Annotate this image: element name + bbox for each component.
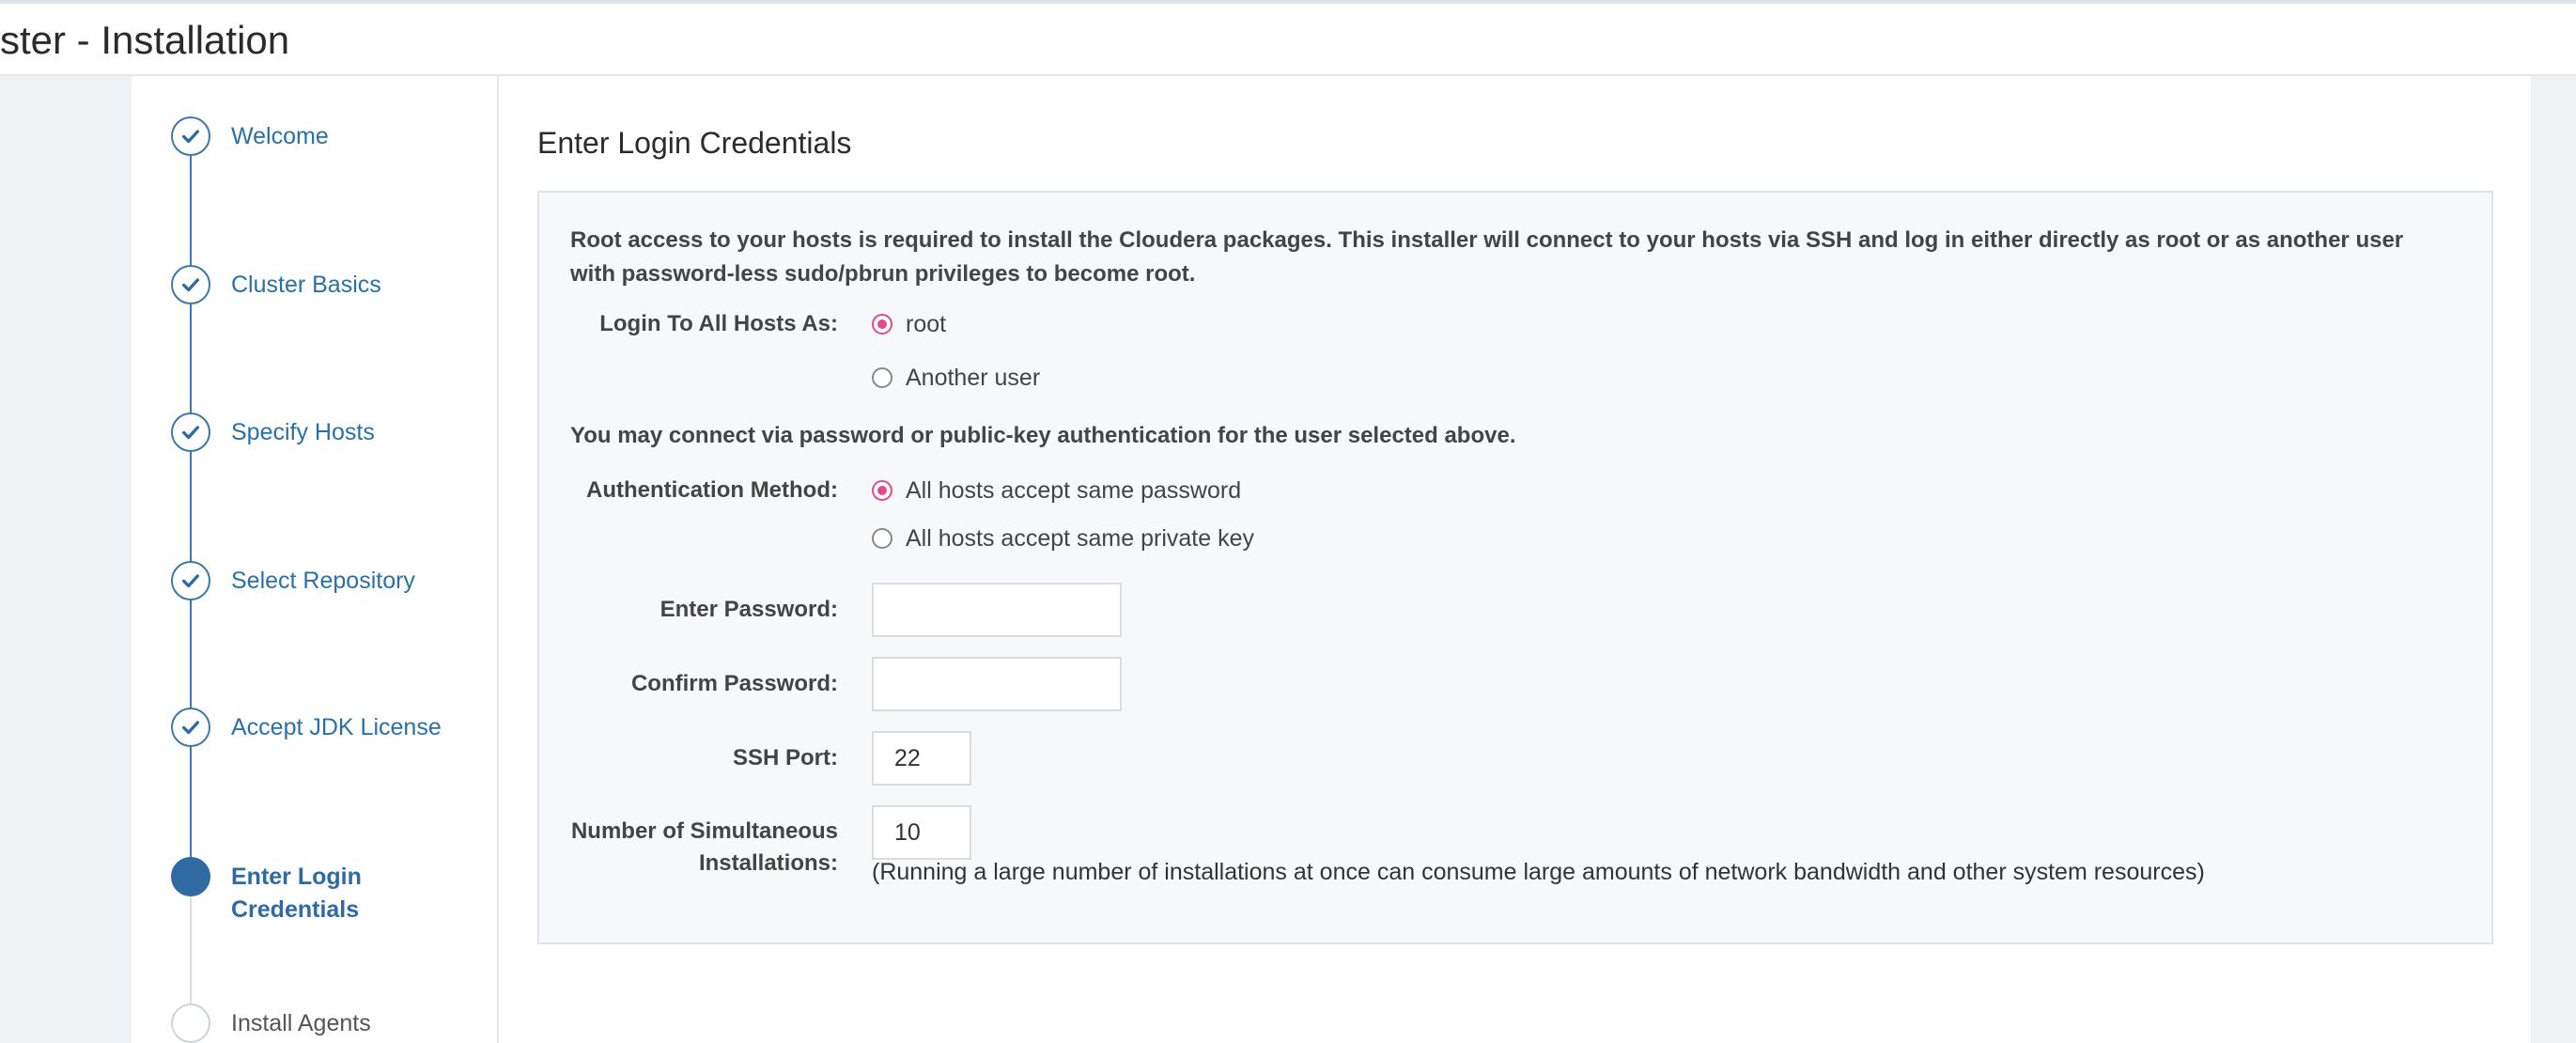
password-label: Enter Password: (660, 597, 838, 622)
step-label[interactable]: Welcome (231, 120, 329, 153)
login-another-user-radio[interactable]: Another user (872, 362, 1040, 394)
step-label[interactable]: Accept JDK License (231, 711, 442, 744)
auth-description: You may connect via password or public-k… (570, 423, 1516, 448)
confirm-password-input[interactable] (872, 657, 1122, 711)
auth-private-key-radio[interactable]: All hosts accept same private key (872, 522, 1254, 554)
radio-label[interactable]: All hosts accept same private key (906, 525, 1254, 553)
radio-label[interactable]: All hosts accept same password (906, 477, 1241, 505)
radio-checked-icon[interactable] (872, 314, 892, 335)
step-label[interactable]: Cluster Basics (231, 269, 381, 302)
radio-unchecked-icon[interactable] (872, 528, 892, 549)
login-root-radio[interactable]: root (872, 308, 946, 340)
current-step-dot-icon (171, 857, 210, 896)
pending-step-circle-icon (171, 1004, 210, 1043)
radio-checked-icon[interactable] (872, 480, 892, 501)
check-icon (171, 117, 210, 156)
check-icon (171, 413, 210, 452)
auth-password-radio[interactable]: All hosts accept same password (872, 475, 1241, 506)
header: ster - Installation (0, 4, 2576, 76)
password-input[interactable] (872, 583, 1122, 637)
check-icon (171, 561, 210, 600)
confirm-password-label: Confirm Password: (630, 671, 838, 696)
radio-label[interactable]: Another user (906, 365, 1040, 392)
login-as-label: Login To All Hosts As: (599, 311, 838, 336)
radio-label[interactable]: root (906, 311, 946, 338)
radio-unchecked-icon[interactable] (872, 367, 892, 388)
step-label[interactable]: Select Repository (231, 565, 415, 598)
check-icon (171, 265, 210, 304)
step-label[interactable]: Specify Hosts (231, 416, 375, 449)
auth-method-label: Authentication Method: (586, 477, 838, 503)
page-title: Enter Login Credentials (537, 126, 852, 160)
ssh-port-input[interactable] (872, 731, 971, 786)
progress-line (190, 137, 192, 880)
page-header-title: ster - Installation (0, 18, 290, 62)
step-label[interactable]: Enter Login Credentials (231, 861, 362, 926)
simultaneous-installations-label: Number of Simultaneous Installations: (570, 818, 838, 876)
ssh-port-label: SSH Port: (732, 745, 838, 771)
root-access-description: Root access to your hosts is required to… (570, 227, 2404, 287)
step-label: Install Agents (231, 1010, 371, 1036)
check-icon (171, 708, 210, 747)
simultaneous-installations-input[interactable] (872, 805, 971, 860)
simultaneous-installations-note: (Running a large number of installations… (872, 859, 2205, 885)
